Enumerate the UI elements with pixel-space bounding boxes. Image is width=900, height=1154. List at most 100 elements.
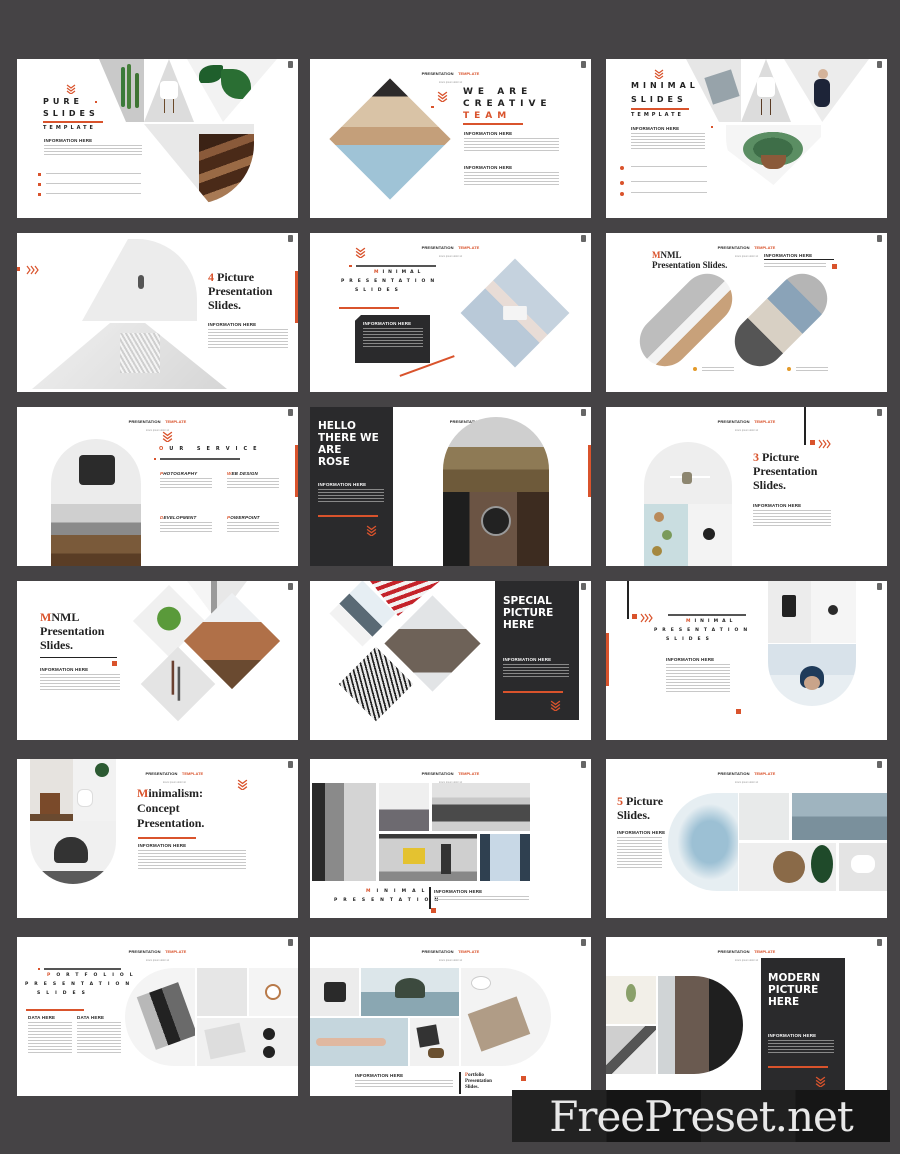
slide-thumbnail-3[interactable]: MINIMAL SLIDES TEMPLATE INFORMATION HERE — [606, 59, 887, 218]
slide-title: MINIMAL — [631, 81, 699, 90]
slide-pin-icon — [288, 61, 293, 68]
body-text-placeholder — [227, 522, 279, 534]
slide-title: SLIDES — [355, 288, 403, 293]
body-text-placeholder — [631, 133, 705, 151]
accent-sidebar — [295, 445, 298, 497]
service-heading: DEVELOPMENT — [160, 515, 197, 520]
slide-thumbnail-5[interactable]: PRESENTATION TEMPLATE lorem ipsum dolor s… — [310, 233, 591, 392]
slide-thumbnail-9[interactable]: PRESENTATION TEMPLATE lorem ipsum dolor s… — [606, 407, 887, 566]
body-text-placeholder — [753, 510, 831, 528]
body-text-placeholder — [363, 328, 423, 349]
slide-header: PRESENTATION TEMPLATElorem ipsum dolor s… — [421, 245, 480, 258]
accent-dot — [17, 267, 20, 271]
info-heading: INFORMATION HERE — [355, 1073, 404, 1078]
slide-title: Slides. — [465, 1085, 479, 1090]
slide-pin-icon — [288, 235, 293, 242]
body-text-placeholder — [666, 664, 730, 694]
info-heading: INFORMATION HERE — [434, 889, 483, 894]
accent-dot — [95, 101, 97, 103]
slide-image-cactus — [99, 59, 144, 122]
slide-image-notebook — [686, 59, 741, 122]
slide-image-wooden-tray — [739, 843, 836, 891]
slide-subtitle: TEMPLATE — [631, 112, 684, 118]
slide-pin-icon — [877, 939, 882, 946]
slide-image-typewriter — [51, 439, 141, 504]
watermark-banner: FreePreset.net — [512, 1090, 890, 1142]
info-heading: INFORMATION HERE — [208, 322, 257, 327]
slide-title: Presentation Slides. — [652, 260, 728, 270]
slide-thumbnail-14[interactable]: PRESENTATION TEMPLATElorem ipsum dolor s… — [310, 759, 591, 918]
slide-title: SLIDES — [631, 95, 687, 104]
divider-line — [429, 887, 431, 909]
data-heading: DATA HERE — [28, 1015, 56, 1020]
slide-thumbnail-16[interactable]: PRESENTATION TEMPLATE lorem ipsum dolor s… — [17, 937, 298, 1096]
slide-thumbnail-11[interactable]: SPECIAL PICTURE HERE INFORMATION HERE — [310, 581, 591, 740]
bullet-text — [796, 367, 828, 373]
body-text-placeholder — [434, 896, 529, 902]
slide-header: PRESENTATION TEMPLATElorem ipsum dolor s… — [717, 771, 776, 784]
data-heading: DATA HERE — [77, 1015, 105, 1020]
slide-image-stool-interior — [30, 759, 73, 821]
slide-thumbnail-6[interactable]: PRESENTATION TEMPLATE lorem ipsum dolor s… — [606, 233, 887, 392]
bullet-text — [702, 367, 734, 373]
slide-image-plant-desk — [197, 968, 247, 1016]
accent-underline — [318, 515, 378, 517]
slide-thumbnail-12[interactable]: MINIMAL PRESENTATION SLIDES INFORMATION … — [606, 581, 887, 740]
slide-title: SLIDES — [43, 109, 99, 118]
info-heading: INFORMATION HERE — [503, 657, 552, 662]
slide-image-face-blur — [312, 783, 376, 881]
slide-image-camera — [768, 581, 811, 643]
body-text-placeholder — [318, 489, 384, 504]
slide-thumbnail-13[interactable]: PRESENTATION TEMPLATE lorem ipsum dolor s… — [17, 759, 298, 918]
slide-header: PRESENTATION TEMPLATElorem ipsum dolor s… — [128, 949, 187, 962]
slide-thumbnail-10[interactable]: MNML Presentation Slides. INFORMATION HE… — [17, 581, 298, 740]
chevron-right-icon — [26, 263, 40, 275]
slide-title: PURE — [43, 97, 83, 106]
slide-title: Presentation — [40, 624, 105, 638]
bullet-text — [46, 193, 141, 196]
slide-image-leaves — [187, 59, 277, 122]
info-heading: INFORMATION HERE — [753, 503, 802, 508]
slide-thumbnail-18[interactable]: PRESENTATION TEMPLATE lorem ipsum dolor s… — [606, 937, 887, 1096]
slide-thumbnail-17[interactable]: PRESENTATION TEMPLATE lorem ipsum dolor s… — [310, 937, 591, 1096]
slide-title: Presentation — [465, 1079, 492, 1084]
slide-image-potted-plant — [726, 125, 821, 185]
slide-title: 5 Picture — [617, 794, 664, 808]
accent-underline — [339, 307, 399, 309]
body-text-placeholder — [464, 172, 559, 187]
slide-image-white-architecture — [32, 323, 227, 389]
slide-thumbnail-4[interactable]: 4 Picture Presentation Slides. INFORMATI… — [17, 233, 298, 392]
info-panel[interactable]: INFORMATION HERE — [355, 315, 430, 363]
divider-line — [668, 614, 746, 616]
slide-thumbnail-7[interactable]: PRESENTATION TEMPLATE lorem ipsum dolor s… — [17, 407, 298, 566]
slide-image-white-chair — [839, 843, 887, 891]
check-icon — [620, 192, 624, 196]
slide-thumbnail-2[interactable]: PRESENTATION TEMPLATE lorem ipsum dolor s… — [310, 59, 591, 218]
slide-thumbnail-8[interactable]: PRESENTATION TEMPLATElorem ipsum dolor s… — [310, 407, 591, 566]
info-heading: INFORMATION HERE — [363, 321, 412, 326]
slide-thumbnail-1[interactable]: PURE SLIDES TEMPLATE INFORMATION HERE — [17, 59, 298, 218]
info-heading: INFORMATION HERE — [318, 482, 367, 487]
divider-line — [356, 265, 436, 267]
slide-pin-icon — [581, 939, 586, 946]
slide-title: MINIMAL — [366, 889, 431, 894]
slide-pin-icon — [288, 583, 293, 590]
slide-grid: PURE SLIDES TEMPLATE INFORMATION HERE PR… — [0, 0, 900, 1154]
slide-image-city-fog — [379, 783, 429, 831]
chevron-down-icon — [355, 245, 366, 259]
bullet-text — [46, 183, 141, 186]
slide-title: Slides. — [753, 478, 787, 492]
body-text-placeholder — [44, 145, 142, 157]
slide-thumbnail-15[interactable]: PRESENTATION TEMPLATE lorem ipsum dolor s… — [606, 759, 887, 918]
slide-title: MINIMAL — [374, 270, 425, 275]
info-heading: INFORMATION HERE — [666, 657, 715, 662]
slide-title: 3 Picture — [753, 450, 800, 464]
accent-underline — [26, 1009, 84, 1011]
accent-sidebar — [588, 445, 591, 497]
slide-image-lake-boat — [792, 793, 887, 840]
slide-header: PRESENTATION TEMPLATElorem ipsum dolor s… — [421, 949, 480, 962]
slide-title-accent: TEAM — [463, 111, 512, 121]
slide-pin-icon — [288, 761, 293, 768]
slide-title: Concept — [137, 801, 180, 815]
slide-image-man-with-hat — [768, 644, 856, 706]
